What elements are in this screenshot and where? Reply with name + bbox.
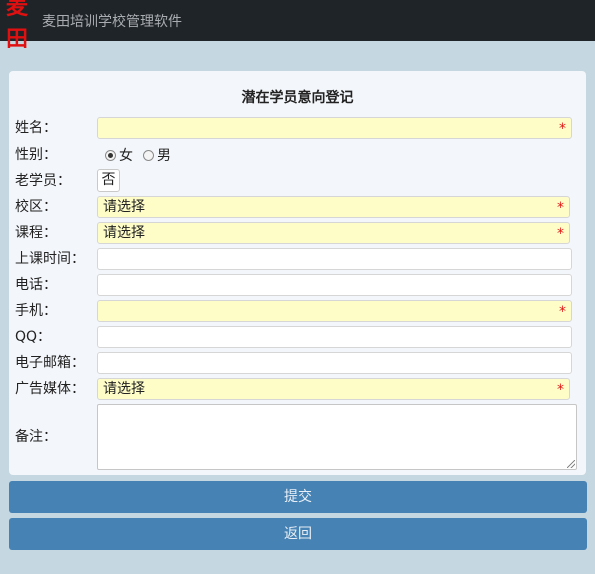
qq-label: QQ： bbox=[15, 329, 52, 345]
notes-textarea[interactable] bbox=[97, 404, 577, 470]
campus-label: 校区： bbox=[15, 199, 57, 215]
gender-female-label[interactable]: 女 bbox=[119, 145, 133, 165]
app-title: 麦田培训学校管理软件 bbox=[42, 13, 182, 30]
email-label: 电子邮箱： bbox=[15, 355, 85, 371]
submit-button[interactable]: 提交 bbox=[9, 481, 587, 513]
back-button[interactable]: 返回 bbox=[9, 518, 587, 550]
ad-media-value: 请选择 bbox=[103, 381, 145, 397]
top-bar: 麦田 麦田培训学校管理软件 bbox=[0, 0, 595, 52]
registration-form: 潜在学员意向登记 姓名： * 性别： 女 男 老学员： 否 校区： 请选择 * … bbox=[9, 71, 586, 475]
mobile-input[interactable]: * bbox=[97, 300, 572, 322]
returning-student-toggle[interactable]: 否 bbox=[97, 169, 120, 192]
ad-media-select[interactable]: 请选择 * bbox=[97, 378, 570, 400]
app-logo: 麦田 bbox=[6, 0, 28, 52]
ad-media-label: 广告媒体： bbox=[15, 381, 85, 397]
required-mark: * bbox=[557, 226, 564, 242]
notes-label: 备注： bbox=[15, 429, 57, 445]
returning-student-label: 老学员： bbox=[15, 173, 71, 189]
campus-select[interactable]: 请选择 * bbox=[97, 196, 570, 218]
phone-label: 电话： bbox=[15, 277, 57, 293]
resize-handle-icon[interactable] bbox=[567, 460, 575, 468]
mobile-label: 手机： bbox=[15, 303, 57, 319]
name-input[interactable]: * bbox=[97, 117, 572, 139]
class-time-input[interactable] bbox=[97, 248, 572, 270]
gender-female-radio[interactable] bbox=[105, 149, 116, 161]
qq-input[interactable] bbox=[97, 326, 572, 348]
required-mark: * bbox=[559, 304, 566, 320]
form-title: 潜在学员意向登记 bbox=[241, 90, 354, 106]
gender-male-label[interactable]: 男 bbox=[157, 145, 171, 165]
required-mark: * bbox=[559, 121, 566, 137]
class-time-label: 上课时间： bbox=[15, 251, 85, 267]
required-mark: * bbox=[557, 382, 564, 398]
email-input[interactable] bbox=[97, 352, 572, 374]
phone-input[interactable] bbox=[97, 274, 572, 296]
name-label: 姓名： bbox=[15, 120, 57, 136]
required-mark: * bbox=[557, 200, 564, 216]
course-value: 请选择 bbox=[103, 225, 145, 241]
gender-radio-group: 女 男 bbox=[105, 144, 181, 166]
campus-value: 请选择 bbox=[103, 199, 145, 215]
course-label: 课程： bbox=[15, 225, 57, 241]
gender-male-radio[interactable] bbox=[143, 149, 154, 161]
course-select[interactable]: 请选择 * bbox=[97, 222, 570, 244]
gender-label: 性别： bbox=[15, 147, 57, 163]
